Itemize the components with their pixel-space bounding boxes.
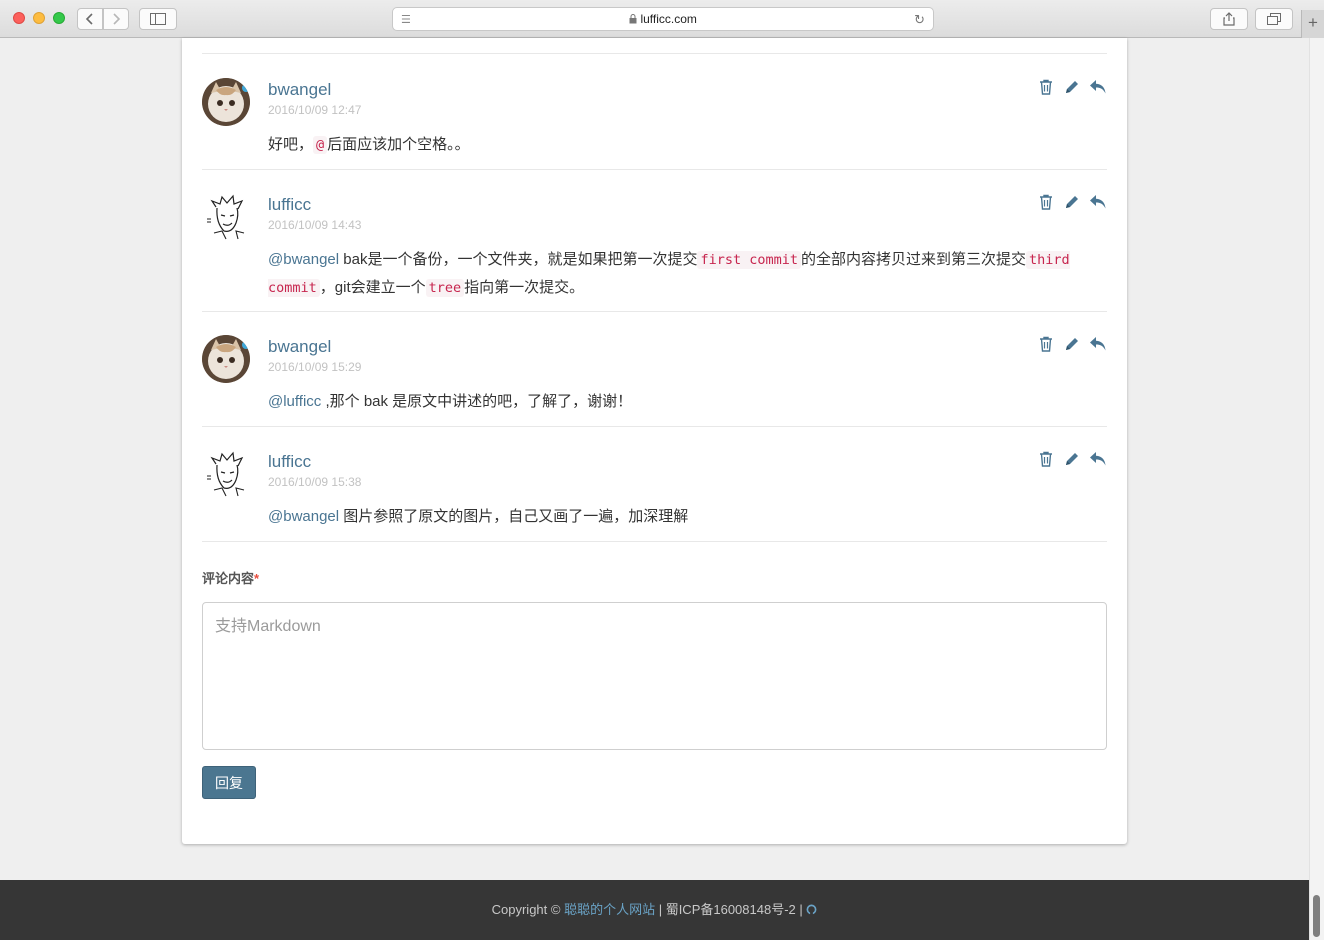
github-icon[interactable]	[806, 902, 817, 917]
reload-icon[interactable]: ↻	[914, 12, 925, 28]
comment-actions	[1037, 79, 1107, 100]
comment-body: 好吧， @ 后面应该加个空格。。	[268, 131, 1098, 159]
trash-icon	[1039, 194, 1053, 215]
reply-button[interactable]	[1089, 336, 1107, 357]
reply-button[interactable]	[1089, 451, 1107, 472]
inline-code: @	[313, 136, 328, 154]
close-window-button[interactable]	[13, 12, 25, 24]
user-mention-link[interactable]: @bwangel	[268, 508, 339, 525]
pencil-icon	[1064, 79, 1080, 100]
user-mention-link[interactable]: @bwangel	[268, 251, 339, 268]
comment-item: lufficc 2016/10/09 14:43 @bwangel bak是一个备份…	[202, 193, 1107, 312]
share-icon	[1223, 12, 1235, 26]
comment-actions	[1037, 336, 1107, 357]
trash-icon	[1039, 336, 1053, 357]
comment-body: @bwangel 图片参照了原文的图片，自己又画了一遍，加深理解	[268, 503, 1098, 530]
delete-button[interactable]	[1037, 451, 1055, 472]
tabs-icon	[1267, 13, 1281, 25]
copyright-text: Copyright ©	[491, 902, 565, 917]
comment-text: 后面应该加个空格。。	[327, 136, 470, 153]
inline-code: tree	[425, 279, 465, 297]
scrollbar-track[interactable]	[1309, 38, 1324, 940]
comment-form-label: 评论内容*	[202, 571, 260, 586]
comment-actions	[1037, 194, 1107, 215]
scrollbar-thumb[interactable]	[1313, 895, 1320, 937]
comment-text: bak是一个备份，一个文件夹，就是如果把第一次提交	[339, 251, 698, 268]
avatar[interactable]	[202, 335, 250, 383]
reply-button[interactable]	[1089, 79, 1107, 100]
new-tab-button[interactable]: +	[1301, 10, 1324, 38]
comment-author[interactable]: lufficc	[268, 195, 311, 215]
comment-text: 图片参照了原文的图片，自己又画了一遍，加深理解	[339, 508, 689, 525]
edit-button[interactable]	[1063, 195, 1081, 213]
comment-text: ，git会建立一个	[319, 279, 426, 296]
delete-button[interactable]	[1037, 336, 1055, 357]
reply-submit-button[interactable]: 回复	[202, 766, 256, 799]
comment-body: @bwangel bak是一个备份，一个文件夹，就是如果把第一次提交 first …	[268, 246, 1098, 302]
pencil-icon	[1064, 194, 1080, 215]
minimize-window-button[interactable]	[33, 12, 45, 24]
trash-icon	[1039, 79, 1053, 100]
comment-item: lufficc 2016/10/09 15:38 @bwangel 图片参照了原文的…	[202, 450, 1107, 542]
reply-icon	[1089, 336, 1107, 357]
reply-icon	[1089, 451, 1107, 472]
reply-icon	[1089, 194, 1107, 215]
back-button[interactable]	[77, 8, 103, 30]
browser-toolbar: ☰ lufficc.com ↻ +	[0, 0, 1324, 38]
reply-icon	[1089, 79, 1107, 100]
forward-button[interactable]	[103, 8, 129, 30]
pencil-icon	[1064, 451, 1080, 472]
delete-button[interactable]	[1037, 194, 1055, 215]
comment-timestamp: 2016/10/09 15:29	[268, 360, 362, 374]
avatar[interactable]	[202, 193, 250, 241]
comment-textarea[interactable]	[202, 602, 1107, 750]
edit-button[interactable]	[1063, 337, 1081, 355]
comment-item: bwangel 2016/10/09 12:47 好吧， @ 后面应该加个空格。。	[202, 78, 1107, 170]
comment-item: bwangel 2016/10/09 15:29 @lufficc ,那个 bak …	[202, 335, 1107, 427]
avatar[interactable]	[202, 78, 250, 126]
comment-author[interactable]: bwangel	[268, 337, 331, 357]
avatar[interactable]	[202, 450, 250, 498]
inline-code: first commit	[697, 251, 802, 269]
comment-text: 好吧，	[268, 136, 314, 153]
comment-timestamp: 2016/10/09 15:38	[268, 475, 362, 489]
comment-author[interactable]: lufficc	[268, 452, 311, 472]
share-button[interactable]	[1210, 8, 1248, 30]
zoom-window-button[interactable]	[53, 12, 65, 24]
reply-button[interactable]	[1089, 194, 1107, 215]
required-mark: *	[254, 571, 260, 586]
edit-button[interactable]	[1063, 452, 1081, 470]
edit-button[interactable]	[1063, 80, 1081, 98]
user-mention-link[interactable]: @lufficc	[268, 393, 321, 410]
pencil-icon	[1064, 336, 1080, 357]
comments-card: bwangel 2016/10/09 12:47 好吧， @ 后面应该加个空格。。 lu…	[182, 38, 1127, 844]
comment-body: @lufficc ,那个 bak 是原文中讲述的吧，了解了，谢谢！	[268, 388, 1098, 415]
icp-text: | 蜀ICP备16008148号-2 |	[655, 902, 807, 917]
divider	[202, 53, 1107, 54]
show-tabs-button[interactable]	[1255, 8, 1293, 30]
delete-button[interactable]	[1037, 79, 1055, 100]
comment-timestamp: 2016/10/09 12:47	[268, 103, 362, 117]
comment-author[interactable]: bwangel	[268, 80, 331, 100]
sidebar-icon	[150, 13, 166, 25]
address-bar[interactable]: ☰ lufficc.com ↻	[392, 7, 934, 31]
site-footer: Copyright © 聪聪的个人网站 | 蜀ICP备16008148号-2 |	[0, 880, 1309, 940]
comment-text: 指向第一次提交。	[464, 279, 585, 296]
trash-icon	[1039, 451, 1053, 472]
sidebar-toggle-button[interactable]	[139, 8, 177, 30]
chevron-right-icon	[113, 13, 121, 25]
comment-text: ,那个 bak 是原文中讲述的吧，了解了，谢谢！	[321, 393, 633, 410]
comment-text: 的全部内容拷贝过来到第三次提交	[801, 251, 1027, 268]
lock-icon	[629, 14, 637, 24]
address-url: lufficc.com	[640, 12, 697, 26]
site-link[interactable]: 聪聪的个人网站	[564, 902, 655, 917]
comment-timestamp: 2016/10/09 14:43	[268, 218, 362, 232]
comment-actions	[1037, 451, 1107, 472]
chevron-left-icon	[85, 13, 93, 25]
